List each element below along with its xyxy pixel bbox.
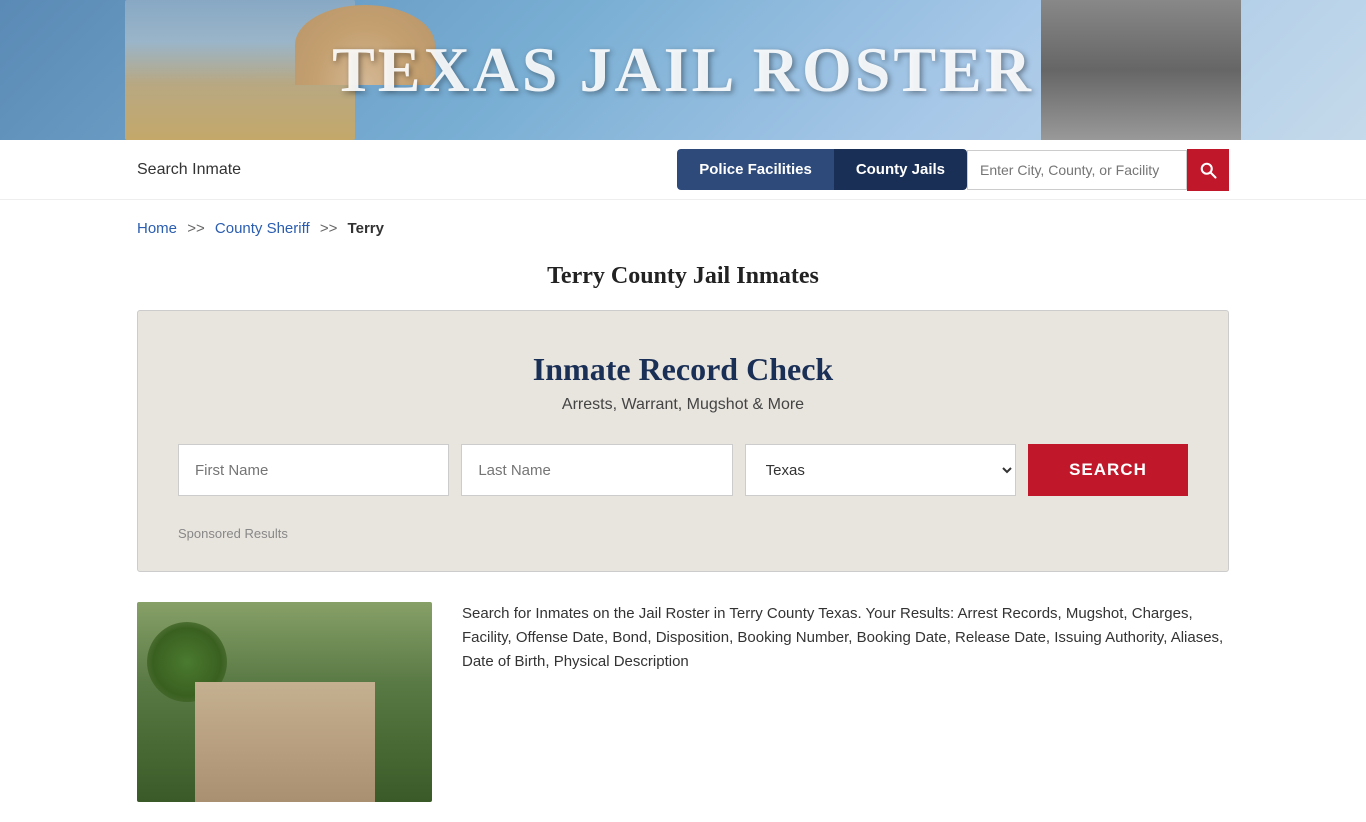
breadcrumb-home[interactable]: Home: [137, 220, 177, 237]
breadcrumb-current: Terry: [348, 220, 384, 237]
state-select[interactable]: AlabamaAlaskaArizonaArkansasCaliforniaCo…: [745, 444, 1016, 496]
capitol-image: [125, 0, 355, 140]
breadcrumb: Home >> County Sheriff >> Terry: [0, 200, 1366, 247]
record-check-title: Inmate Record Check: [178, 351, 1188, 388]
building-decoration: [195, 682, 375, 802]
nav-bar: Search Inmate Police Facilities County J…: [0, 140, 1366, 200]
page-title: Terry County Jail Inmates: [0, 247, 1366, 310]
record-check-box: Inmate Record Check Arrests, Warrant, Mu…: [137, 310, 1229, 572]
breadcrumb-county-sheriff[interactable]: County Sheriff: [215, 220, 310, 237]
search-icon: [1198, 160, 1218, 180]
breadcrumb-sep1: >>: [187, 220, 205, 237]
terry-county-image: [137, 602, 432, 802]
key-hand-image: [1041, 0, 1241, 140]
facility-search-button[interactable]: [1187, 149, 1229, 191]
bottom-description: Search for Inmates on the Jail Roster in…: [462, 602, 1229, 674]
site-title: Texas Jail Roster: [332, 33, 1034, 107]
record-check-form: AlabamaAlaskaArizonaArkansasCaliforniaCo…: [178, 444, 1188, 496]
bottom-section: Search for Inmates on the Jail Roster in…: [0, 572, 1366, 822]
record-search-button[interactable]: SEARCH: [1028, 444, 1188, 496]
nav-right: Police Facilities County Jails: [677, 149, 1229, 191]
first-name-input[interactable]: [178, 444, 449, 496]
search-inmate-label: Search Inmate: [137, 161, 241, 179]
facility-search-input[interactable]: [967, 150, 1187, 190]
last-name-input[interactable]: [461, 444, 732, 496]
breadcrumb-sep2: >>: [320, 220, 338, 237]
police-facilities-tab[interactable]: Police Facilities: [677, 149, 834, 190]
sponsored-label: Sponsored Results: [178, 526, 1188, 541]
county-jails-tab[interactable]: County Jails: [834, 149, 967, 190]
record-check-subtitle: Arrests, Warrant, Mugshot & More: [178, 396, 1188, 414]
header-banner: Texas Jail Roster: [0, 0, 1366, 140]
